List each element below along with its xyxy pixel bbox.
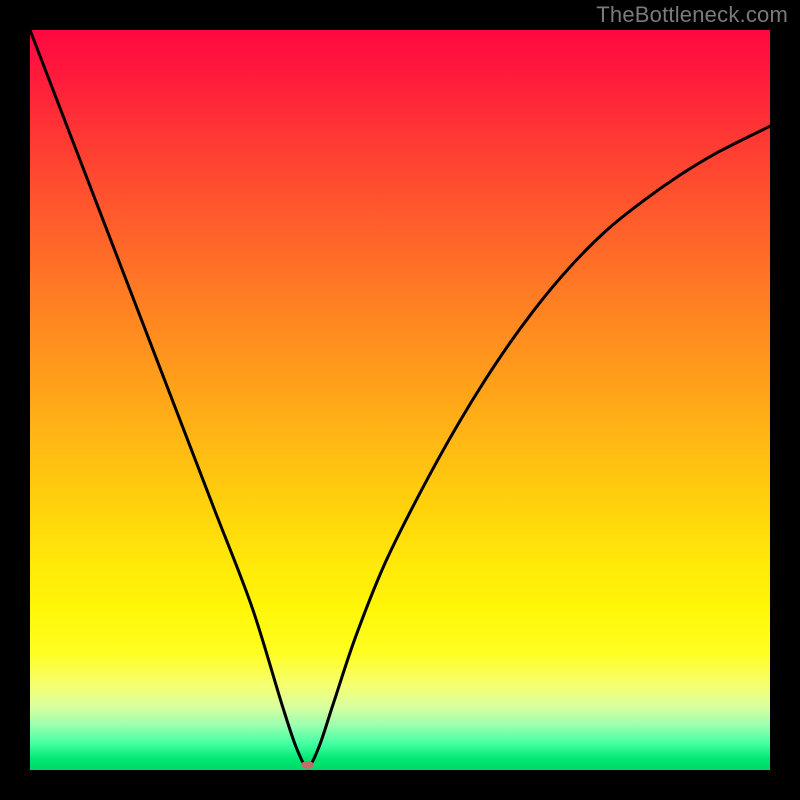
plot-area [30, 30, 770, 770]
watermark-text: TheBottleneck.com [596, 2, 788, 28]
gradient-background [30, 30, 770, 770]
chart-svg [30, 30, 770, 770]
minimum-marker [302, 761, 314, 769]
chart-frame: TheBottleneck.com [0, 0, 800, 800]
